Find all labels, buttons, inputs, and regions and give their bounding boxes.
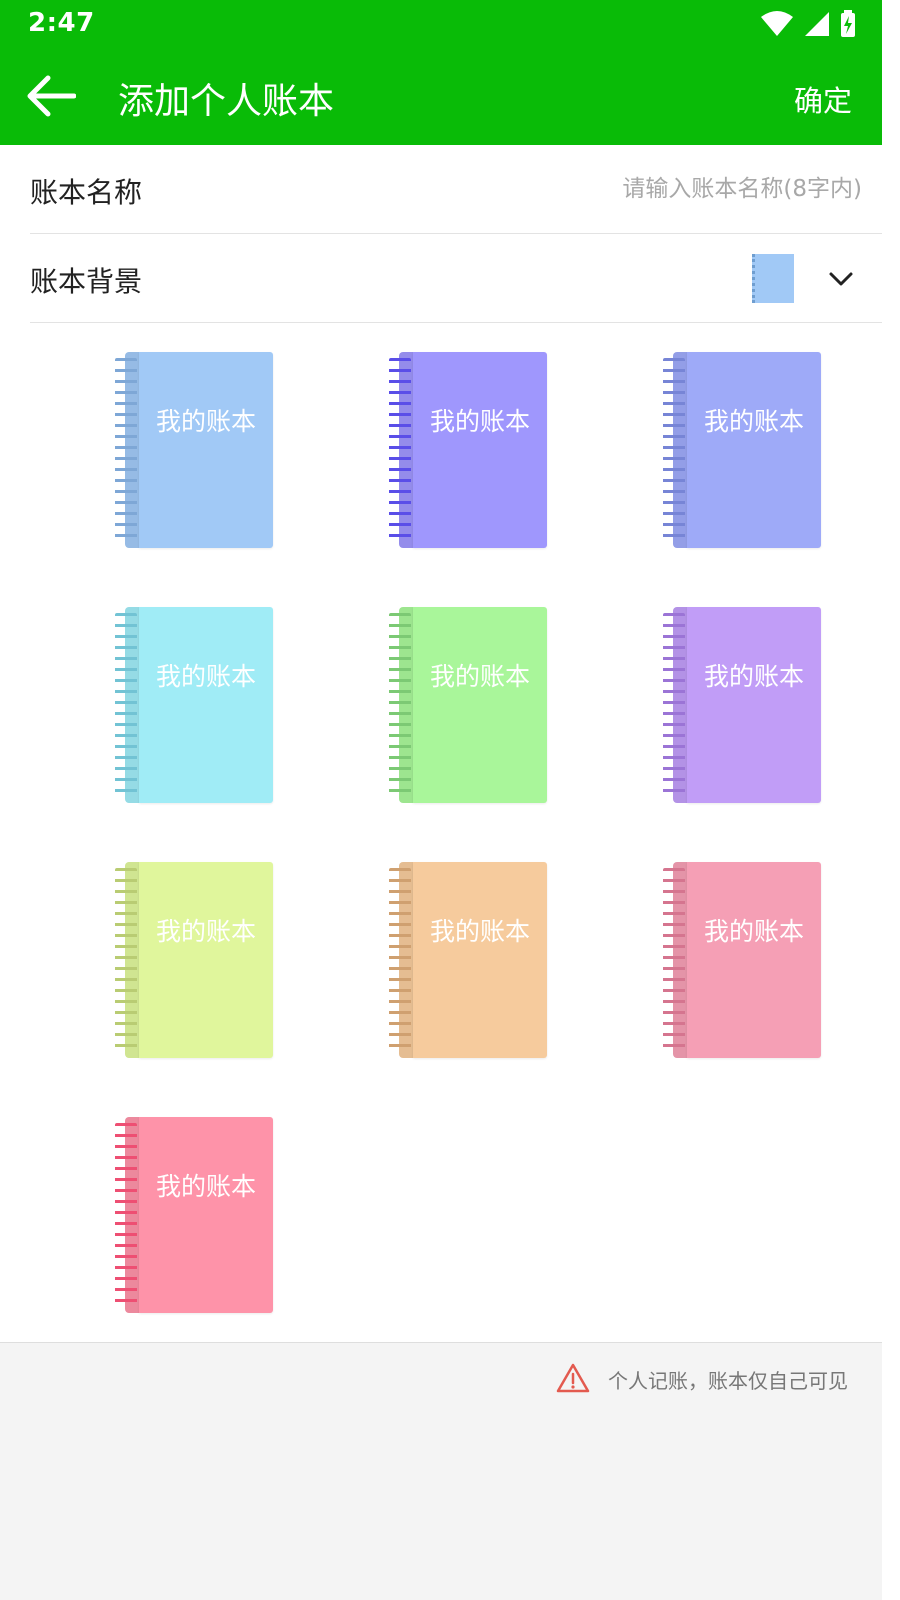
notebook-background-option[interactable]: 我的账本 — [115, 607, 275, 805]
notebook-coil — [115, 1123, 137, 1307]
notebook-coil — [663, 613, 685, 797]
notebook-cover — [413, 352, 547, 548]
notebook-background-option[interactable]: 我的账本 — [115, 352, 275, 550]
status-time: 2:47 — [28, 8, 95, 38]
notebook-label: 我的账本 — [429, 917, 530, 946]
notebook-background-option[interactable]: 我的账本 — [663, 862, 823, 1060]
notebook-coil — [663, 868, 685, 1052]
notebook-coil — [115, 613, 137, 797]
notice-text: 个人记账，账本仅自己可见 — [608, 1369, 848, 1393]
notebook-cover — [687, 862, 821, 1058]
notebook-coil — [115, 358, 137, 542]
notebook-label: 我的账本 — [703, 662, 804, 691]
notebook-cover — [687, 607, 821, 803]
notebook-background-option[interactable]: 我的账本 — [115, 862, 275, 1060]
warning-triangle-icon — [556, 1363, 590, 1393]
notebook-background-option[interactable]: 我的账本 — [663, 352, 823, 550]
wifi-icon — [761, 11, 793, 36]
notebook-cover — [139, 607, 273, 803]
signal-icon — [805, 12, 829, 36]
notebook-cover — [413, 862, 547, 1058]
notebook-coil — [389, 613, 411, 797]
notebook-name-input[interactable] — [462, 167, 862, 211]
screen-edge — [882, 0, 900, 1600]
footer-divider — [0, 1342, 882, 1343]
notebook-label: 我的账本 — [155, 662, 256, 691]
notebook-cover — [139, 352, 273, 548]
notebook-cover — [687, 352, 821, 548]
arrow-left-icon — [27, 75, 76, 117]
notebook-background-option[interactable]: 我的账本 — [389, 352, 549, 550]
back-button[interactable] — [20, 68, 80, 124]
background-row[interactable]: 账本背景 — [0, 234, 882, 323]
notebook-cover — [139, 862, 273, 1058]
divider — [30, 322, 882, 323]
notebook-coil — [663, 358, 685, 542]
notebook-cover — [139, 1117, 273, 1313]
notebook-label: 我的账本 — [429, 662, 530, 691]
notebook-label: 我的账本 — [155, 917, 256, 946]
app-bar: 2:47 添加个人账本 确定 — [0, 0, 882, 145]
notebook-label: 我的账本 — [703, 407, 804, 436]
name-row: 账本名称 — [0, 145, 882, 234]
notebook-coil — [115, 868, 137, 1052]
page-title: 添加个人账本 — [118, 81, 335, 122]
notebook-background-option[interactable]: 我的账本 — [389, 862, 549, 1060]
notebook-label: 我的账本 — [703, 917, 804, 946]
notebook-background-option[interactable]: 我的账本 — [389, 607, 549, 805]
notebook-label: 我的账本 — [155, 407, 256, 436]
notebook-cover — [413, 607, 547, 803]
form-panel: 账本名称 账本背景 我的账本我的账本我的账本我的账本我的账本我的账本我的账本我的… — [0, 145, 882, 1342]
notebook-coil — [389, 868, 411, 1052]
name-label: 账本名称 — [30, 176, 143, 209]
background-preview-swatch — [752, 254, 794, 303]
app-root: 2:47 添加个人账本 确定 账本名称 请输入账本名称(8字内) 账本背景 我的… — [0, 0, 900, 1600]
status-icons — [760, 9, 856, 39]
confirm-button[interactable]: 确定 — [794, 78, 852, 120]
notebook-background-option[interactable]: 我的账本 — [663, 607, 823, 805]
chevron-down-icon[interactable] — [826, 264, 856, 294]
battery-icon — [841, 10, 855, 37]
notebook-label: 我的账本 — [155, 1172, 256, 1201]
notebook-coil — [389, 358, 411, 542]
background-label: 账本背景 — [30, 265, 143, 298]
notebook-background-option[interactable]: 我的账本 — [115, 1117, 275, 1315]
notebook-label: 我的账本 — [429, 407, 530, 436]
